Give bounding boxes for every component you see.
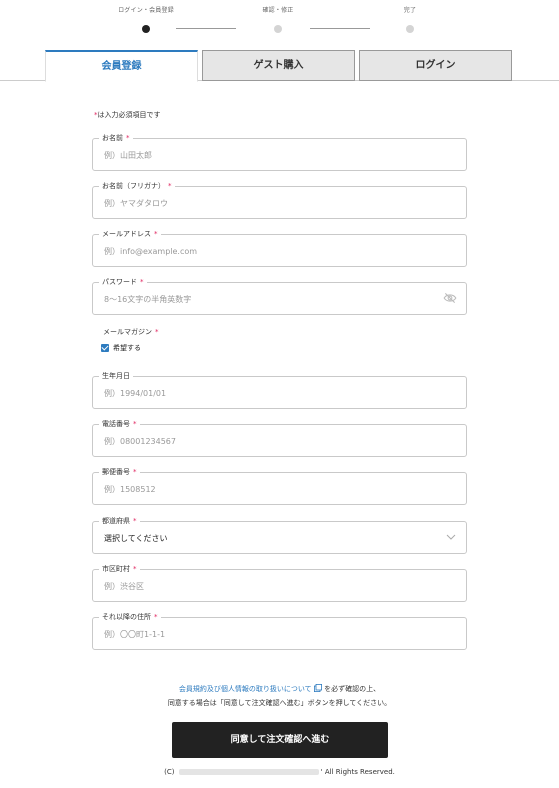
field-label: 市区町村 * [99, 564, 140, 574]
city-placeholder: 例）渋谷区 [104, 582, 144, 591]
terms-notice-suffix: を必ず確認の上、 [324, 685, 381, 693]
prefecture-value: 選択してください [104, 534, 168, 543]
agree-submit-button[interactable]: 同意して注文確認へ進む [172, 722, 388, 758]
field-label: 電話番号 * [99, 419, 140, 429]
progress-stepper: ログイン・会員登録 確認・修正 完了 [0, 0, 559, 40]
magazine-option-label: 希望する [113, 344, 141, 352]
required-mark: * [133, 517, 137, 525]
step-label: ログイン・会員登録 [118, 7, 174, 14]
password-placeholder: 8～16文字の半角英数字 [104, 295, 192, 304]
magazine-label: メールマガジン * [103, 327, 159, 337]
tab-member-registration[interactable]: 会員登録 [45, 50, 198, 82]
required-mark: * [140, 278, 144, 286]
step-complete: 完了 [350, 5, 470, 33]
field-label: それ以降の住所 * [99, 612, 161, 622]
copyright-prefix: (C) [164, 768, 175, 776]
field-label: 郵便番号 * [99, 467, 140, 477]
phone-placeholder: 例）08001234567 [104, 437, 176, 446]
phone-field[interactable]: 電話番号 * 例）08001234567 [92, 419, 467, 457]
required-mark: * [133, 420, 137, 428]
copyright-footer: (C) ' All Rights Reserved. [0, 768, 559, 776]
tab-bar: 会員登録 ゲスト購入 ログイン [0, 47, 559, 82]
birthday-placeholder: 例）1994/01/01 [104, 389, 167, 398]
name-label: お名前 [102, 134, 123, 142]
chevron-down-icon [446, 534, 456, 540]
field-label: 生年月日 [99, 371, 133, 381]
email-label: メールアドレス [102, 230, 151, 238]
consent-instruction: 同意する場合は「同意して注文確認へ進む」ボタンを押してください。 [167, 699, 392, 707]
password-field[interactable]: パスワード * 8～16文字の半角英数字 [92, 277, 467, 315]
magazine-label-text: メールマガジン [103, 328, 152, 336]
address-placeholder: 例）〇〇町1-1-1 [104, 630, 166, 639]
password-label: パスワード [102, 278, 137, 286]
required-mark: * [154, 230, 158, 238]
field-label: お名前（フリガナ） * [99, 181, 175, 191]
magazine-checkbox[interactable]: 希望する [101, 343, 141, 353]
tab-guest-purchase[interactable]: ゲスト購入 [202, 50, 355, 81]
prefecture-label: 都道府県 [102, 517, 130, 525]
field-label: 都道府県 * [99, 516, 140, 526]
email-placeholder: 例）info@example.com [104, 247, 198, 256]
step-label: 確認・修正 [262, 7, 294, 14]
city-label: 市区町村 [102, 565, 130, 573]
required-mark: * [155, 328, 159, 336]
phone-label: 電話番号 [102, 420, 130, 428]
terms-notice: 会員規約及び個人情報の取り扱いについて を必ず確認の上、 [0, 684, 559, 694]
furigana-label: お名前（フリガナ） [102, 182, 165, 190]
field-label: お名前 * [99, 133, 133, 143]
address-field[interactable]: それ以降の住所 * 例）〇〇町1-1-1 [92, 612, 467, 650]
step-dot-active [142, 25, 150, 33]
required-mark: * [168, 182, 172, 190]
external-link-icon[interactable] [313, 684, 322, 692]
terms-link[interactable]: 会員規約及び個人情報の取り扱いについて [179, 685, 312, 693]
city-field[interactable]: 市区町村 * 例）渋谷区 [92, 564, 467, 602]
required-mark: * [133, 468, 137, 476]
eye-off-icon[interactable] [443, 292, 457, 304]
postal-label: 郵便番号 [102, 468, 130, 476]
prefecture-select[interactable]: 都道府県 * 選択してください [92, 516, 467, 554]
required-mark: * [126, 134, 130, 142]
birthday-label: 生年月日 [102, 372, 130, 380]
name-field[interactable]: お名前 * 例）山田太郎 [92, 133, 467, 171]
checkbox-checked-icon[interactable] [101, 344, 109, 352]
tab-login[interactable]: ログイン [359, 50, 512, 81]
name-placeholder: 例）山田太郎 [104, 151, 152, 160]
email-field[interactable]: メールアドレス * 例）info@example.com [92, 229, 467, 267]
furigana-placeholder: 例）ヤマダタロウ [104, 199, 168, 208]
postal-code-field[interactable]: 郵便番号 * 例）1508512 [92, 467, 467, 505]
required-mark: * [154, 613, 158, 621]
copyright-suffix: ' All Rights Reserved. [320, 768, 395, 776]
postal-placeholder: 例）1508512 [104, 485, 156, 494]
required-mark: * [133, 565, 137, 573]
field-label: パスワード * [99, 277, 147, 287]
birthday-field[interactable]: 生年月日 例）1994/01/01 [92, 371, 467, 409]
redacted-company-name [178, 769, 319, 775]
address-label: それ以降の住所 [102, 613, 151, 621]
step-dot [274, 25, 282, 33]
step-label: 完了 [403, 7, 417, 14]
furigana-field[interactable]: お名前（フリガナ） * 例）ヤマダタロウ [92, 181, 467, 219]
field-label: メールアドレス * [99, 229, 161, 239]
required-note-text: は入力必須項目です [97, 111, 161, 119]
required-note: *は入力必須項目です [94, 110, 161, 120]
step-dot [406, 25, 414, 33]
